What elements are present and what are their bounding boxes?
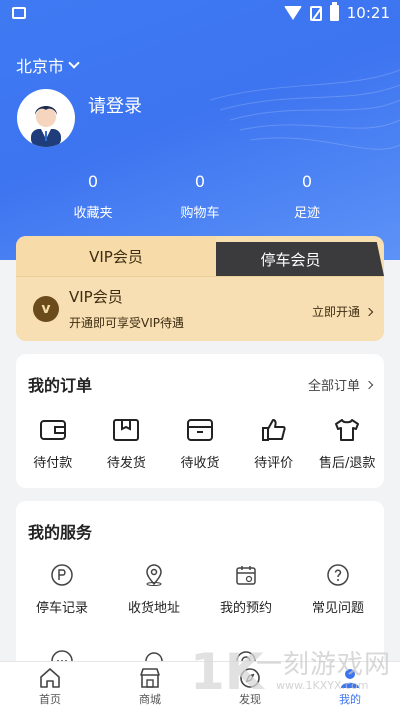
compass-icon [240,668,260,688]
wallet-icon [39,416,67,444]
wifi-icon [283,6,302,20]
orders-card: 我的订单 全部订单 待付款 待发货 待收货 待评价 售后/退款 [16,354,384,488]
membership-card: 停车会员 VIP会员 v VIP会员 开通即可享受VIP待遇 立即开通 [16,236,384,341]
chevron-right-icon [364,307,374,316]
chevron-down-icon [68,57,80,69]
city-label: 北京市 [16,57,65,76]
user-stats: 0 收藏夹 0 购物车 0 足迹 [40,172,360,221]
stat-favorites[interactable]: 0 收藏夹 [40,172,146,221]
service-shipping-address[interactable]: 收货地址 [108,563,200,616]
stat-value: 0 [301,172,313,191]
tab-label: VIP会员 [89,247,143,266]
service-label: 收货地址 [127,601,180,616]
stat-label: 足迹 [293,206,320,221]
tab-label: 停车会员 [260,250,321,269]
order-pending-shipment[interactable]: 待发货 [90,416,164,471]
stat-value: 0 [87,172,99,191]
stat-cart[interactable]: 0 购物车 [147,172,253,221]
all-orders-label: 全部订单 [307,379,360,394]
order-status-label: 待评价 [254,456,294,471]
avatar[interactable] [17,89,75,147]
user-avatar-icon [31,106,61,147]
vip-panel: v VIP会员 开通即可享受VIP待遇 立即开通 [16,276,384,341]
open-vip-button[interactable]: 立即开通 [311,303,374,320]
clock: 10:21 [346,4,390,22]
services-title: 我的服务 [28,523,93,542]
stat-label: 购物车 [180,206,220,221]
tab-label: 商城 [139,693,161,706]
package-icon [186,416,214,444]
service-label: 常见问题 [311,601,364,616]
orders-title: 我的订单 [28,376,93,395]
service-parking-records[interactable]: 停车记录 [16,563,108,616]
tab-home[interactable]: 首页 [0,662,100,711]
order-after-sales[interactable]: 售后/退款 [310,416,384,471]
stat-label: 收藏夹 [73,206,113,221]
service-label: 我的预约 [219,601,272,616]
user-icon [341,669,359,688]
service-my-appointments[interactable]: 我的预约 [200,563,292,616]
login-prompt[interactable]: 请登录 [88,92,142,118]
decorative-waves [209,69,400,150]
order-status-label: 待付款 [33,456,73,471]
vip-title: VIP会员 [69,288,123,306]
tab-mine[interactable]: 我的 [300,662,400,711]
service-faq[interactable]: 常见问题 [292,563,384,616]
no-sim-icon [309,5,322,21]
tab-parking-membership[interactable]: 停车会员 [196,242,384,276]
service-label: 停车记录 [35,601,88,616]
thumbs-up-icon [260,416,288,444]
order-status-label: 售后/退款 [318,456,376,471]
tab-label: 我的 [339,693,361,706]
stat-value: 0 [194,172,206,191]
order-status-row: 待付款 待发货 待收货 待评价 售后/退款 [16,416,384,471]
order-pending-receipt[interactable]: 待收货 [163,416,237,471]
question-icon [327,564,349,586]
tab-vip-membership[interactable]: VIP会员 [16,236,216,276]
bottom-tab-bar: 首页 商城 发现 我的 [0,661,400,711]
order-status-label: 待发货 [106,456,146,471]
all-orders-link[interactable]: 全部订单 [307,375,374,394]
order-pending-payment[interactable]: 待付款 [16,416,90,471]
status-bar: 10:21 [0,0,400,28]
tab-store[interactable]: 商城 [100,662,200,711]
store-icon [140,668,160,688]
calendar-icon [236,566,256,585]
home-icon [40,668,60,688]
open-vip-label: 立即开通 [311,305,360,319]
image-notification-icon [12,7,26,19]
chevron-right-icon [364,380,374,389]
parking-icon [51,564,73,586]
location-pin-icon [146,564,162,586]
tab-label: 首页 [39,693,61,706]
tab-discover[interactable]: 发现 [200,662,300,711]
city-selector[interactable]: 北京市 [16,53,80,77]
order-pending-review[interactable]: 待评价 [237,416,311,471]
order-status-label: 待收货 [180,456,220,471]
battery-icon [329,2,339,21]
vip-description: 开通即可享受VIP待遇 [69,316,184,330]
box-icon [112,416,140,444]
services-row: 停车记录 收货地址 我的预约 常见问题 [16,563,384,616]
services-card: 我的服务 停车记录 收货地址 我的预约 常见问题 [16,501,384,671]
tab-label: 发现 [239,693,261,706]
vip-logo-icon: v [33,296,59,322]
shirt-icon [333,416,361,444]
stat-history[interactable]: 0 足迹 [254,172,360,221]
